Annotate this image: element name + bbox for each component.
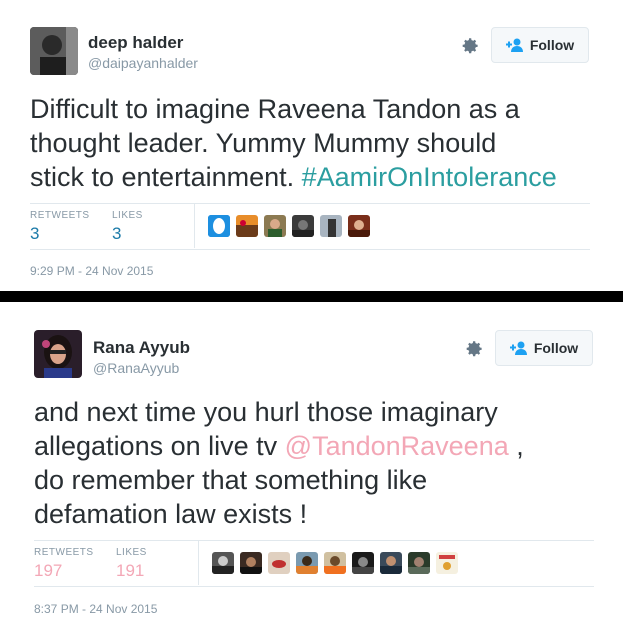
tweet-text-line: thought leader. Yummy Mummy should — [30, 128, 497, 158]
retweets-label: RETWEETS — [30, 210, 90, 221]
liker-avatar[interactable] — [264, 215, 286, 237]
timestamp[interactable]: 9:29 PM - 24 Nov 2015 — [30, 264, 153, 278]
liker-avatar[interactable] — [348, 215, 370, 237]
follow-button[interactable]: Follow — [495, 330, 593, 366]
section-divider — [0, 291, 623, 302]
likes-label: LIKES — [112, 210, 143, 221]
follow-button[interactable]: Follow — [491, 27, 589, 63]
liker-avatar[interactable] — [324, 552, 346, 574]
tweet-card: Rana Ayyub @RanaAyyub Follow and next ti… — [0, 302, 623, 625]
liker-avatar[interactable] — [352, 552, 374, 574]
tweet-text-segment: allegations on live tv — [34, 431, 285, 461]
divider — [34, 586, 594, 587]
tweet-text-segment: , — [508, 431, 524, 461]
divider — [30, 203, 590, 204]
avatar[interactable] — [34, 330, 82, 378]
liker-avatar[interactable] — [212, 552, 234, 574]
follow-label: Follow — [533, 340, 579, 356]
liker-avatar[interactable] — [436, 552, 458, 574]
stats-separator — [198, 540, 199, 585]
tweet-text-line: and next time you hurl those imaginary — [34, 397, 498, 427]
tweet-text-line: defamation law exists ! — [34, 499, 308, 529]
user-handle[interactable]: @daipayanhalder — [88, 55, 198, 71]
tweet-text-line: allegations on live tv @TandonRaveena , — [34, 429, 614, 463]
avatar[interactable] — [30, 27, 78, 75]
likes-count[interactable]: 191 — [116, 561, 144, 581]
liker-avatar[interactable] — [320, 215, 342, 237]
liker-avatar[interactable] — [268, 552, 290, 574]
tweet-text-line: Difficult to imagine Raveena Tandon as a — [30, 94, 520, 124]
mention-link[interactable]: @TandonRaveena — [285, 431, 509, 461]
add-user-icon — [505, 38, 523, 52]
liker-avatar[interactable] — [408, 552, 430, 574]
tweet-text-segment: stick to entertainment. — [30, 162, 302, 192]
retweets-count[interactable]: 197 — [34, 561, 62, 581]
liker-avatar[interactable] — [380, 552, 402, 574]
gear-icon[interactable] — [462, 338, 484, 360]
divider — [30, 249, 590, 250]
liker-avatar[interactable] — [236, 215, 258, 237]
tweet-card: deep halder @daipayanhalder Follow Diffi… — [0, 0, 623, 291]
stats-separator — [194, 203, 195, 248]
user-name[interactable]: Rana Ayyub — [93, 338, 190, 358]
gear-icon[interactable] — [458, 35, 480, 57]
retweets-count[interactable]: 3 — [30, 224, 39, 244]
divider — [34, 540, 594, 541]
likes-count[interactable]: 3 — [112, 224, 121, 244]
follow-label: Follow — [529, 37, 575, 53]
liker-avatar[interactable] — [292, 215, 314, 237]
user-handle[interactable]: @RanaAyyub — [93, 360, 179, 376]
add-user-icon — [509, 341, 527, 355]
liker-avatar[interactable] — [296, 552, 318, 574]
retweets-label: RETWEETS — [34, 547, 94, 558]
liker-avatar[interactable] — [240, 552, 262, 574]
tweet-text: Difficult to imagine Raveena Tandon as a… — [30, 92, 610, 194]
tweet-text-line: stick to entertainment. #AamirOnIntolera… — [30, 160, 610, 194]
likes-label: LIKES — [116, 547, 147, 558]
hashtag-link[interactable]: #AamirOnIntolerance — [302, 162, 557, 192]
timestamp[interactable]: 8:37 PM - 24 Nov 2015 — [34, 602, 157, 616]
user-name[interactable]: deep halder — [88, 33, 183, 53]
tweet-text-line: do remember that something like — [34, 465, 428, 495]
tweet-text: and next time you hurl those imaginary a… — [34, 395, 614, 531]
liker-avatar[interactable] — [208, 215, 230, 237]
